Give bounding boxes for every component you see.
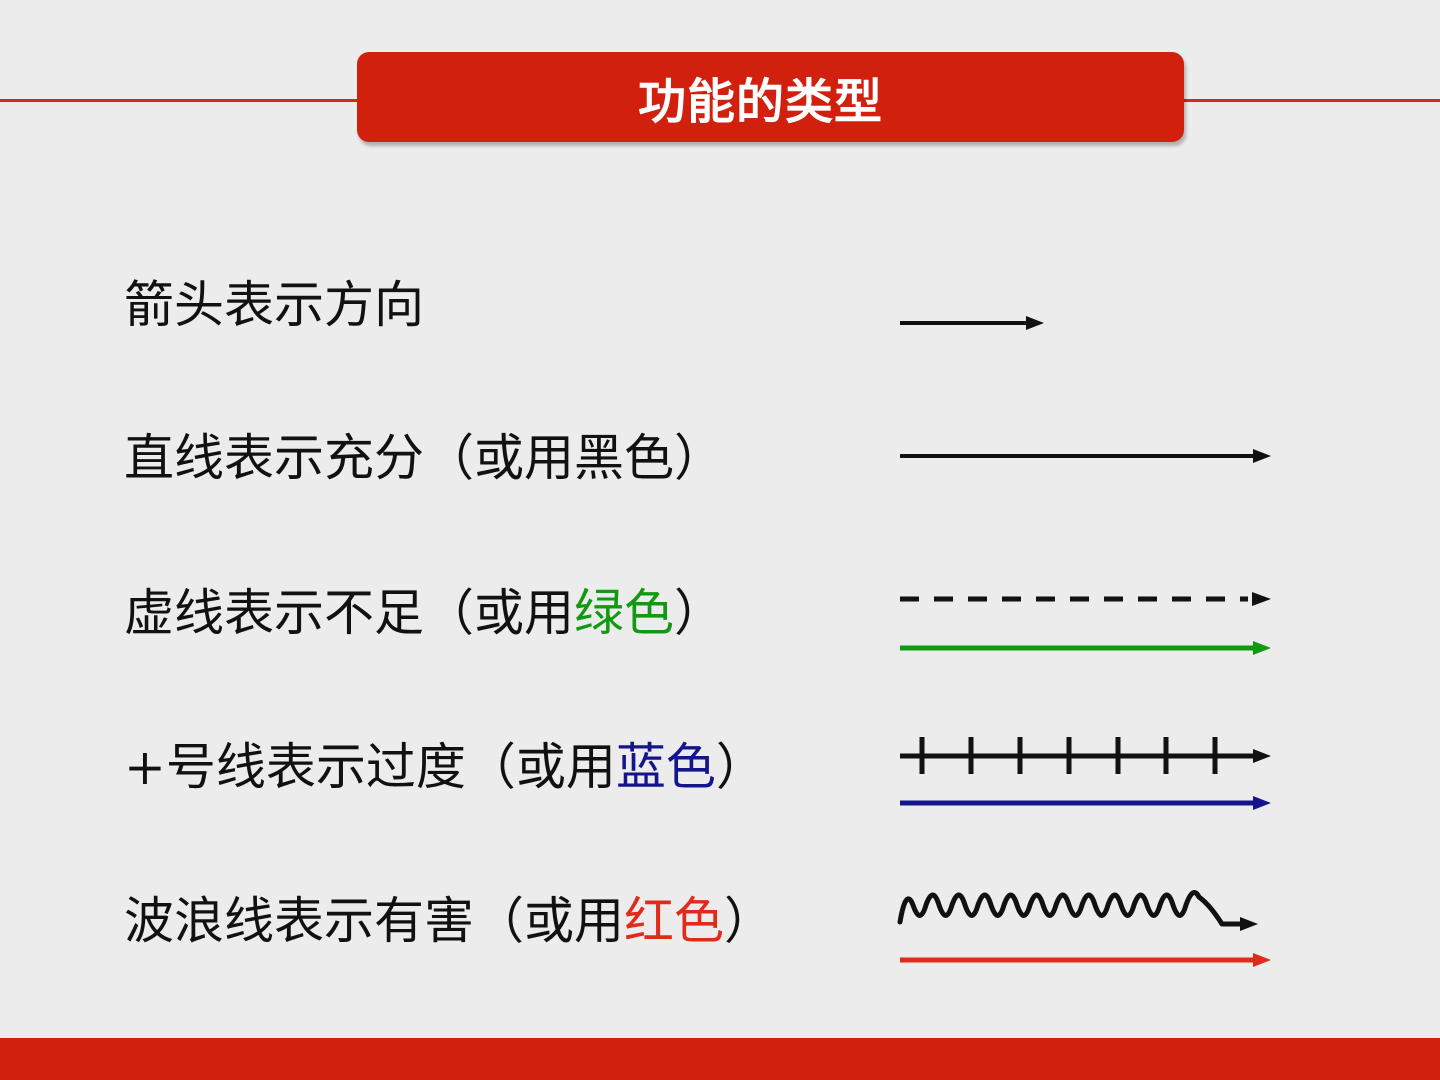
- plus-arrow-icon: [900, 737, 1271, 774]
- short-arrow-icon: [900, 316, 1044, 330]
- green-arrow-icon: [900, 641, 1271, 655]
- dashed-arrow-icon: [900, 592, 1271, 606]
- red-arrow-icon: [900, 953, 1271, 967]
- solid-arrow-icon: [900, 449, 1271, 463]
- footer-bar: [0, 1038, 1440, 1080]
- blue-arrow-icon: [900, 796, 1271, 810]
- wavy-arrow-icon: [897, 890, 1258, 931]
- function-arrows: [897, 316, 1271, 967]
